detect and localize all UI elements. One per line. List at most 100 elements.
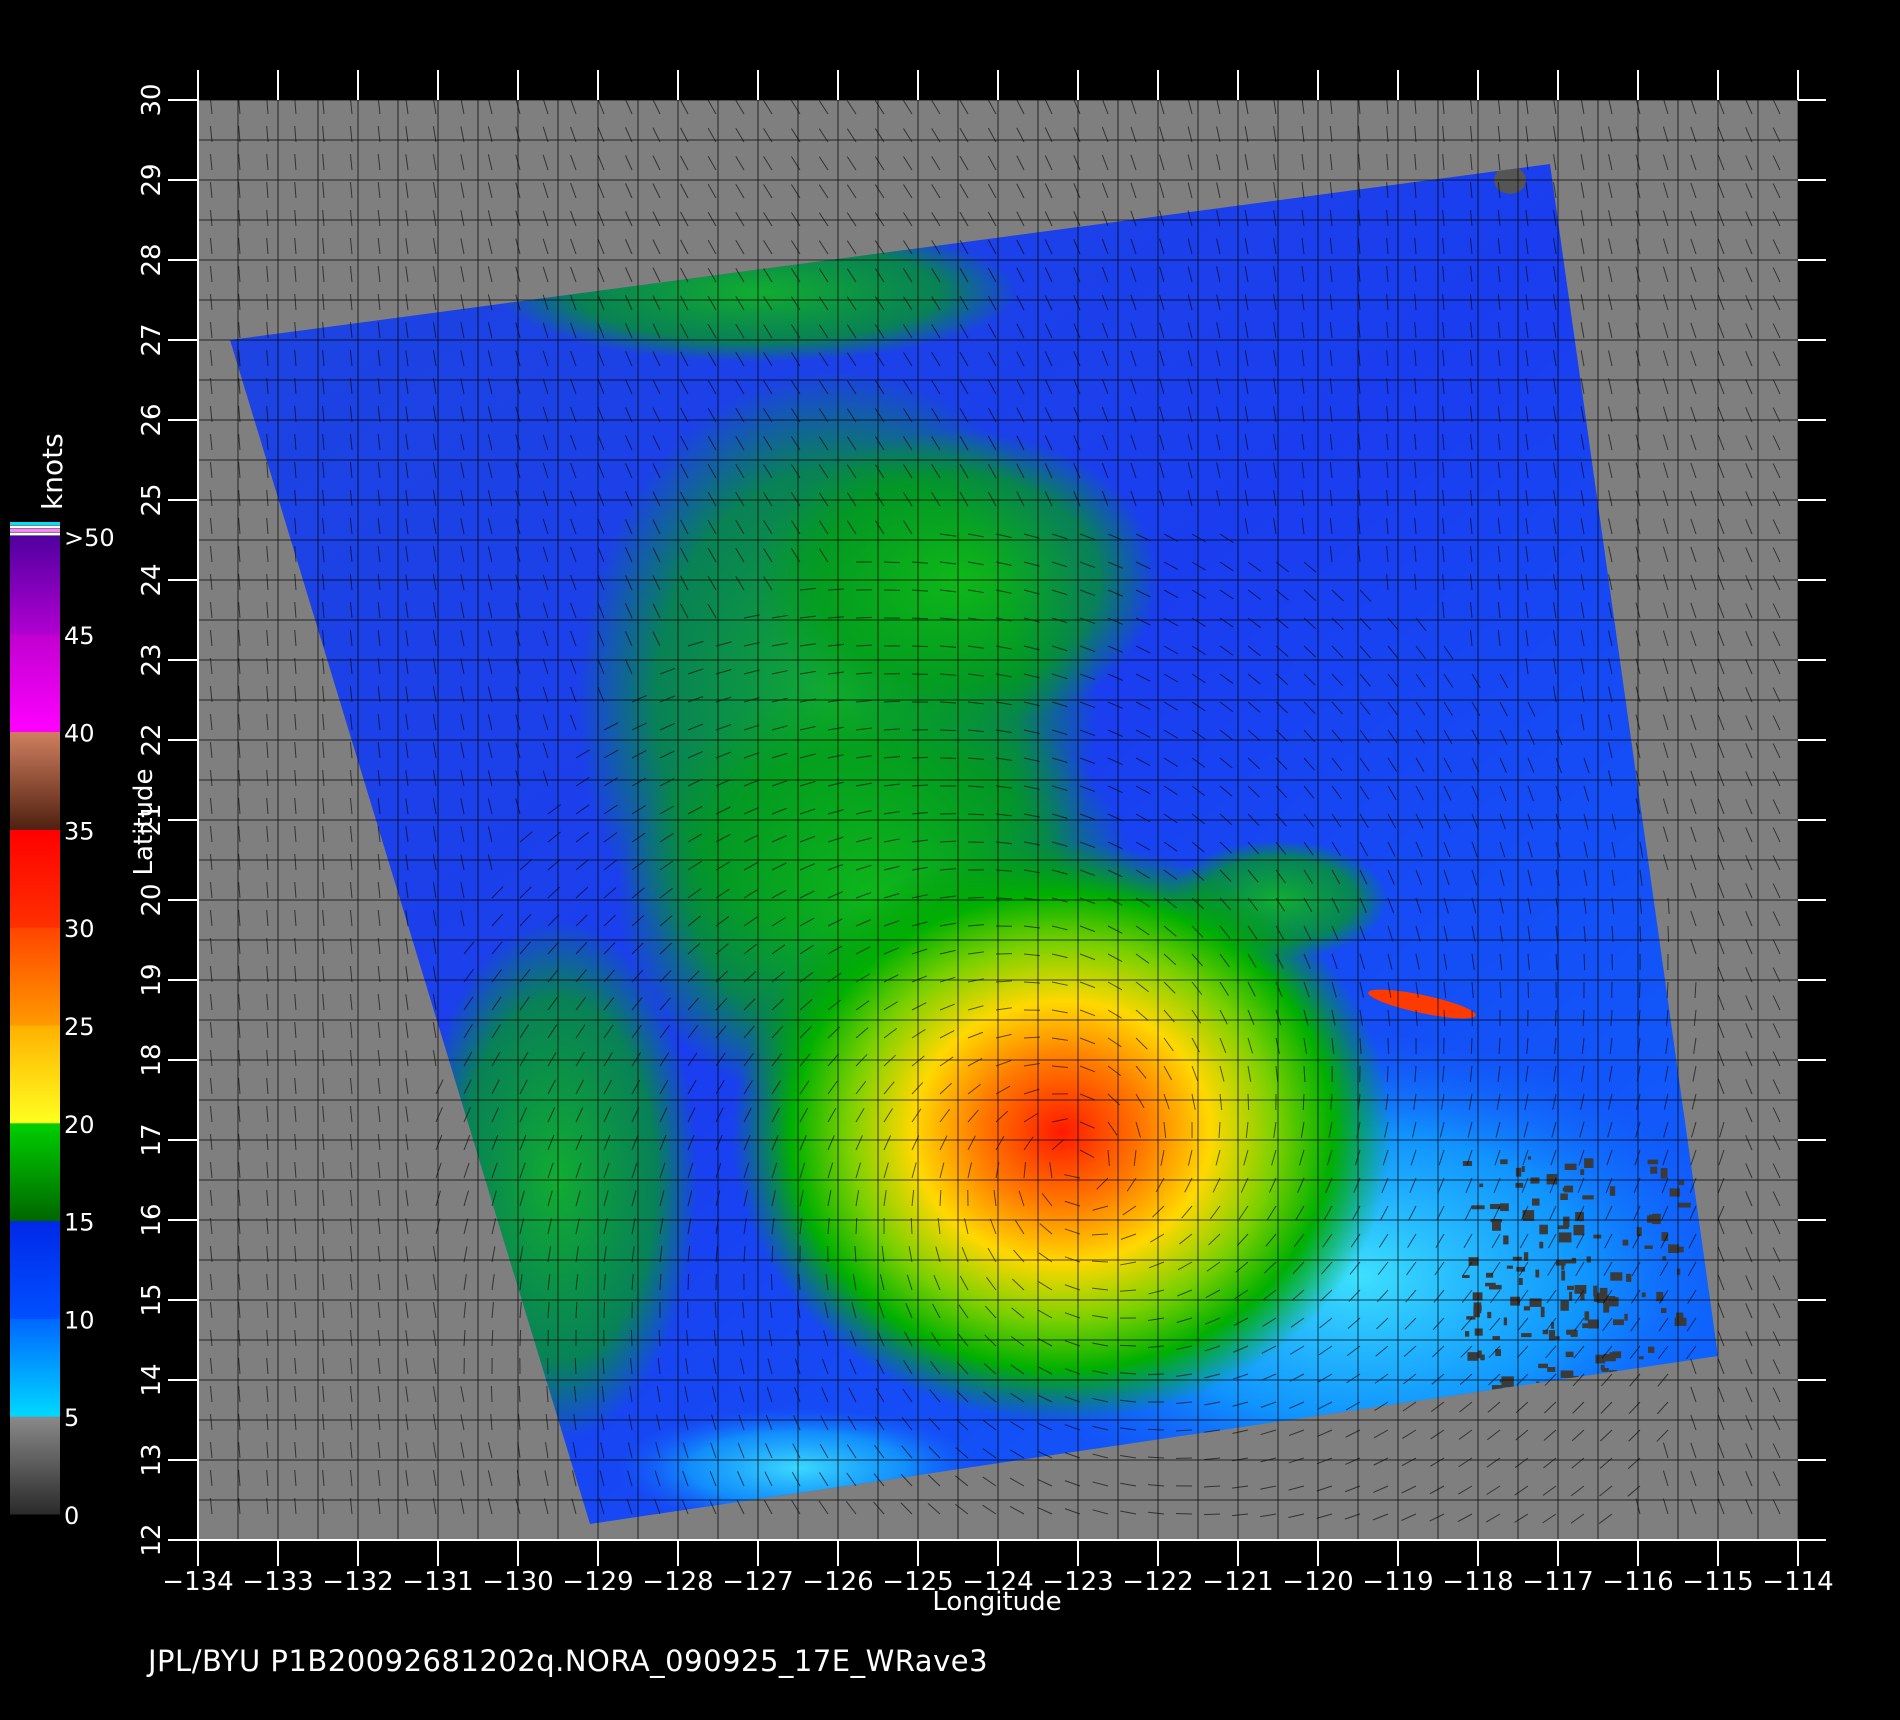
rain-flag-patch bbox=[1503, 1317, 1508, 1326]
rain-flag-patch bbox=[1569, 1291, 1573, 1301]
colorbar-tick-label: 30 bbox=[64, 915, 95, 943]
rain-flag-patch bbox=[1506, 1265, 1513, 1269]
x-tick-label: −127 bbox=[722, 1567, 793, 1597]
x-tick-label: −118 bbox=[1442, 1567, 1513, 1597]
wind-barb bbox=[911, 645, 929, 648]
wind-barb bbox=[519, 1329, 522, 1347]
rain-flag-patch bbox=[1479, 1183, 1484, 1188]
rain-flag-patch bbox=[1587, 1319, 1599, 1329]
wind-barb bbox=[1470, 1037, 1473, 1055]
colorbar-top-marker bbox=[10, 522, 60, 525]
wind-barb bbox=[911, 756, 929, 759]
wind-barb bbox=[1527, 981, 1530, 999]
rain-flag-patch bbox=[1582, 1195, 1594, 1200]
rain-flag-patch bbox=[1622, 1239, 1629, 1246]
rain-flag-patch bbox=[1660, 1308, 1667, 1314]
colorbar-top-marker bbox=[10, 529, 60, 532]
rain-flag-patch bbox=[1561, 1270, 1566, 1281]
x-tick-label: −128 bbox=[642, 1567, 713, 1597]
rain-flag-patch bbox=[1644, 1245, 1653, 1249]
wind-barb bbox=[1119, 1344, 1137, 1347]
rain-flag-patch bbox=[1560, 1370, 1574, 1378]
rain-flag-patch bbox=[1515, 1167, 1522, 1177]
rain-flag-patch bbox=[1500, 1203, 1509, 1212]
rain-flag-patch bbox=[1560, 1300, 1569, 1311]
rain-flag-patch bbox=[1547, 1367, 1556, 1372]
wind-barb bbox=[1247, 1093, 1250, 1111]
rain-flag-patch bbox=[1540, 1306, 1545, 1318]
x-tick-label: −121 bbox=[1202, 1567, 1273, 1597]
colorbar-tick-label: 15 bbox=[64, 1209, 95, 1237]
wind-barb bbox=[630, 1329, 633, 1347]
rain-flag-patch bbox=[1487, 1311, 1492, 1319]
colorbar-tick-label: 25 bbox=[64, 1013, 95, 1041]
x-tick-label: −117 bbox=[1522, 1567, 1593, 1597]
x-tick-label: −132 bbox=[322, 1567, 393, 1597]
rain-flag-patch bbox=[1676, 1268, 1681, 1275]
rain-flag-patch bbox=[1492, 1336, 1500, 1340]
rain-flag-patch bbox=[1668, 1244, 1680, 1253]
rain-flag-patch bbox=[1624, 1313, 1628, 1321]
rain-flag-patch bbox=[1510, 1296, 1521, 1306]
colorbar-band bbox=[10, 536, 60, 635]
rain-flag-patch bbox=[1593, 1234, 1602, 1239]
rain-flag-patch bbox=[1474, 1328, 1483, 1336]
rain-flag-patch bbox=[1560, 1193, 1568, 1200]
colorbar-tick-label: 5 bbox=[64, 1404, 79, 1432]
rain-flag-patch bbox=[1609, 1186, 1616, 1196]
wind-barb bbox=[1147, 1373, 1165, 1376]
rain-flag-patch bbox=[1567, 1285, 1574, 1290]
x-tick-label: −131 bbox=[402, 1567, 473, 1597]
x-tick-label: −120 bbox=[1282, 1567, 1353, 1597]
y-tick-label: 15 bbox=[137, 1283, 167, 1316]
rain-flag-patch bbox=[1574, 1284, 1587, 1294]
wind-barb bbox=[1203, 1513, 1221, 1516]
rain-flag-patch bbox=[1542, 1329, 1549, 1335]
x-tick-label: −134 bbox=[162, 1567, 233, 1597]
wind-barb bbox=[687, 1273, 690, 1291]
rain-flag-patch bbox=[1600, 1364, 1605, 1371]
map-plot-area bbox=[197, 98, 1799, 1541]
colorbar-top-marker bbox=[10, 532, 60, 536]
wind-barb bbox=[883, 561, 901, 564]
rain-flag-patch bbox=[1610, 1272, 1623, 1281]
wind-barb bbox=[1583, 953, 1586, 971]
wind-barb bbox=[1387, 1037, 1390, 1055]
x-tick-label: −119 bbox=[1362, 1567, 1433, 1597]
colorbar-band bbox=[10, 1025, 60, 1124]
rain-flag-patch bbox=[1523, 1306, 1531, 1311]
y-tick-label: 27 bbox=[137, 323, 167, 356]
rain-flag-patch bbox=[1584, 1158, 1594, 1168]
rain-flag-patch bbox=[1561, 1260, 1565, 1270]
y-tick-label: 29 bbox=[137, 163, 167, 196]
rain-flag-patch bbox=[1641, 1292, 1646, 1298]
rain-flag-patch bbox=[1639, 1356, 1644, 1360]
rain-flag-patch bbox=[1558, 1225, 1569, 1230]
colorbar-band bbox=[10, 927, 60, 1026]
rain-flag-patch bbox=[1503, 1235, 1509, 1245]
y-tick-label: 28 bbox=[137, 243, 167, 276]
y-tick-label: 16 bbox=[137, 1203, 167, 1236]
colorbar-units-label: knots bbox=[36, 433, 69, 510]
rain-flag-patch bbox=[1669, 1188, 1681, 1197]
rain-flag-patch bbox=[1527, 1156, 1532, 1160]
colorbar-top-marker bbox=[10, 525, 60, 529]
rain-flag-patch bbox=[1558, 1232, 1572, 1243]
rain-flag-patch bbox=[1584, 1311, 1590, 1321]
y-tick-label: 14 bbox=[137, 1363, 167, 1396]
rain-flag-patch bbox=[1521, 1166, 1525, 1172]
colorbar-tick-label: 0 bbox=[64, 1502, 79, 1530]
x-tick-label: −114 bbox=[1762, 1567, 1833, 1597]
rain-flag-patch bbox=[1531, 1198, 1540, 1206]
wind-barb bbox=[855, 616, 873, 619]
rain-flag-patch bbox=[1564, 1163, 1577, 1170]
rain-flag-patch bbox=[1485, 1282, 1496, 1287]
x-tick-label: −130 bbox=[482, 1567, 553, 1597]
wind-barb bbox=[939, 729, 957, 732]
rain-flag-patch bbox=[1535, 1269, 1540, 1278]
y-tick-label: 12 bbox=[137, 1523, 167, 1556]
product-footer: JPL/BYU P1B20092681202q.NORA_090925_17E_… bbox=[148, 1644, 989, 1678]
y-tick-label: 20 bbox=[137, 883, 167, 916]
rain-flag-patch bbox=[1660, 1168, 1668, 1179]
x-tick-label: −115 bbox=[1682, 1567, 1753, 1597]
